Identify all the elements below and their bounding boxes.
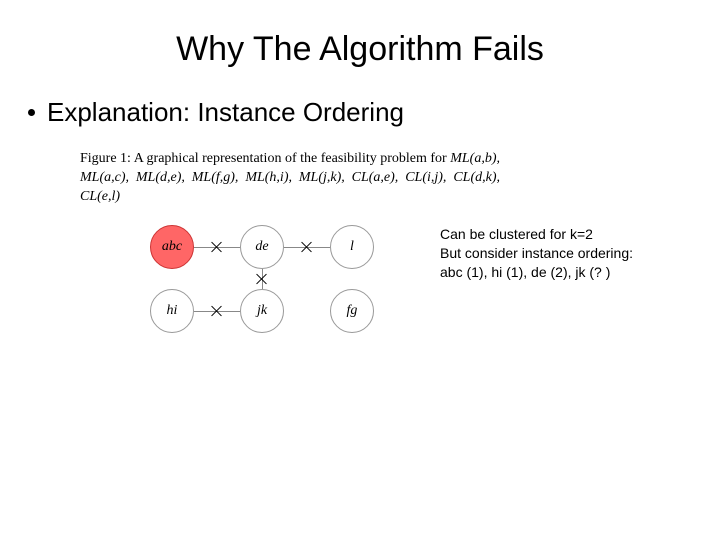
figure-caption-lead: Figure 1: — [80, 151, 134, 166]
x-icon — [301, 241, 313, 253]
node-label: hi — [167, 303, 178, 319]
bullet-dot-icon — [28, 109, 35, 116]
node-jk: jk — [240, 289, 284, 333]
node-abc: abc — [150, 225, 194, 269]
annotation-line-3: abc (1), hi (1), de (2), jk (? ) — [440, 263, 633, 282]
node-l: l — [330, 225, 374, 269]
node-label: jk — [257, 303, 267, 319]
x-icon — [211, 241, 223, 253]
figure-caption: Figure 1: A graphical representation of … — [80, 150, 500, 207]
x-icon — [256, 273, 268, 285]
node-fg: fg — [330, 289, 374, 333]
bullet-item: Explanation: Instance Ordering — [30, 97, 690, 128]
slide: Why The Algorithm Fails Explanation: Ins… — [0, 0, 720, 540]
annotation-box: Can be clustered for k=2 But consider in… — [440, 225, 633, 282]
annotation-line-2: But consider instance ordering: — [440, 244, 633, 263]
figure-caption-body: A graphical representation of the feasib… — [134, 151, 451, 166]
node-de: de — [240, 225, 284, 269]
node-label: de — [255, 239, 268, 255]
node-label: fg — [347, 303, 358, 319]
node-label: abc — [162, 239, 182, 255]
x-icon — [211, 305, 223, 317]
slide-title: Why The Algorithm Fails — [30, 30, 690, 69]
bullet-text: Explanation: Instance Ordering — [47, 97, 404, 128]
annotation-line-1: Can be clustered for k=2 — [440, 225, 633, 244]
node-hi: hi — [150, 289, 194, 333]
node-label: l — [350, 239, 354, 255]
